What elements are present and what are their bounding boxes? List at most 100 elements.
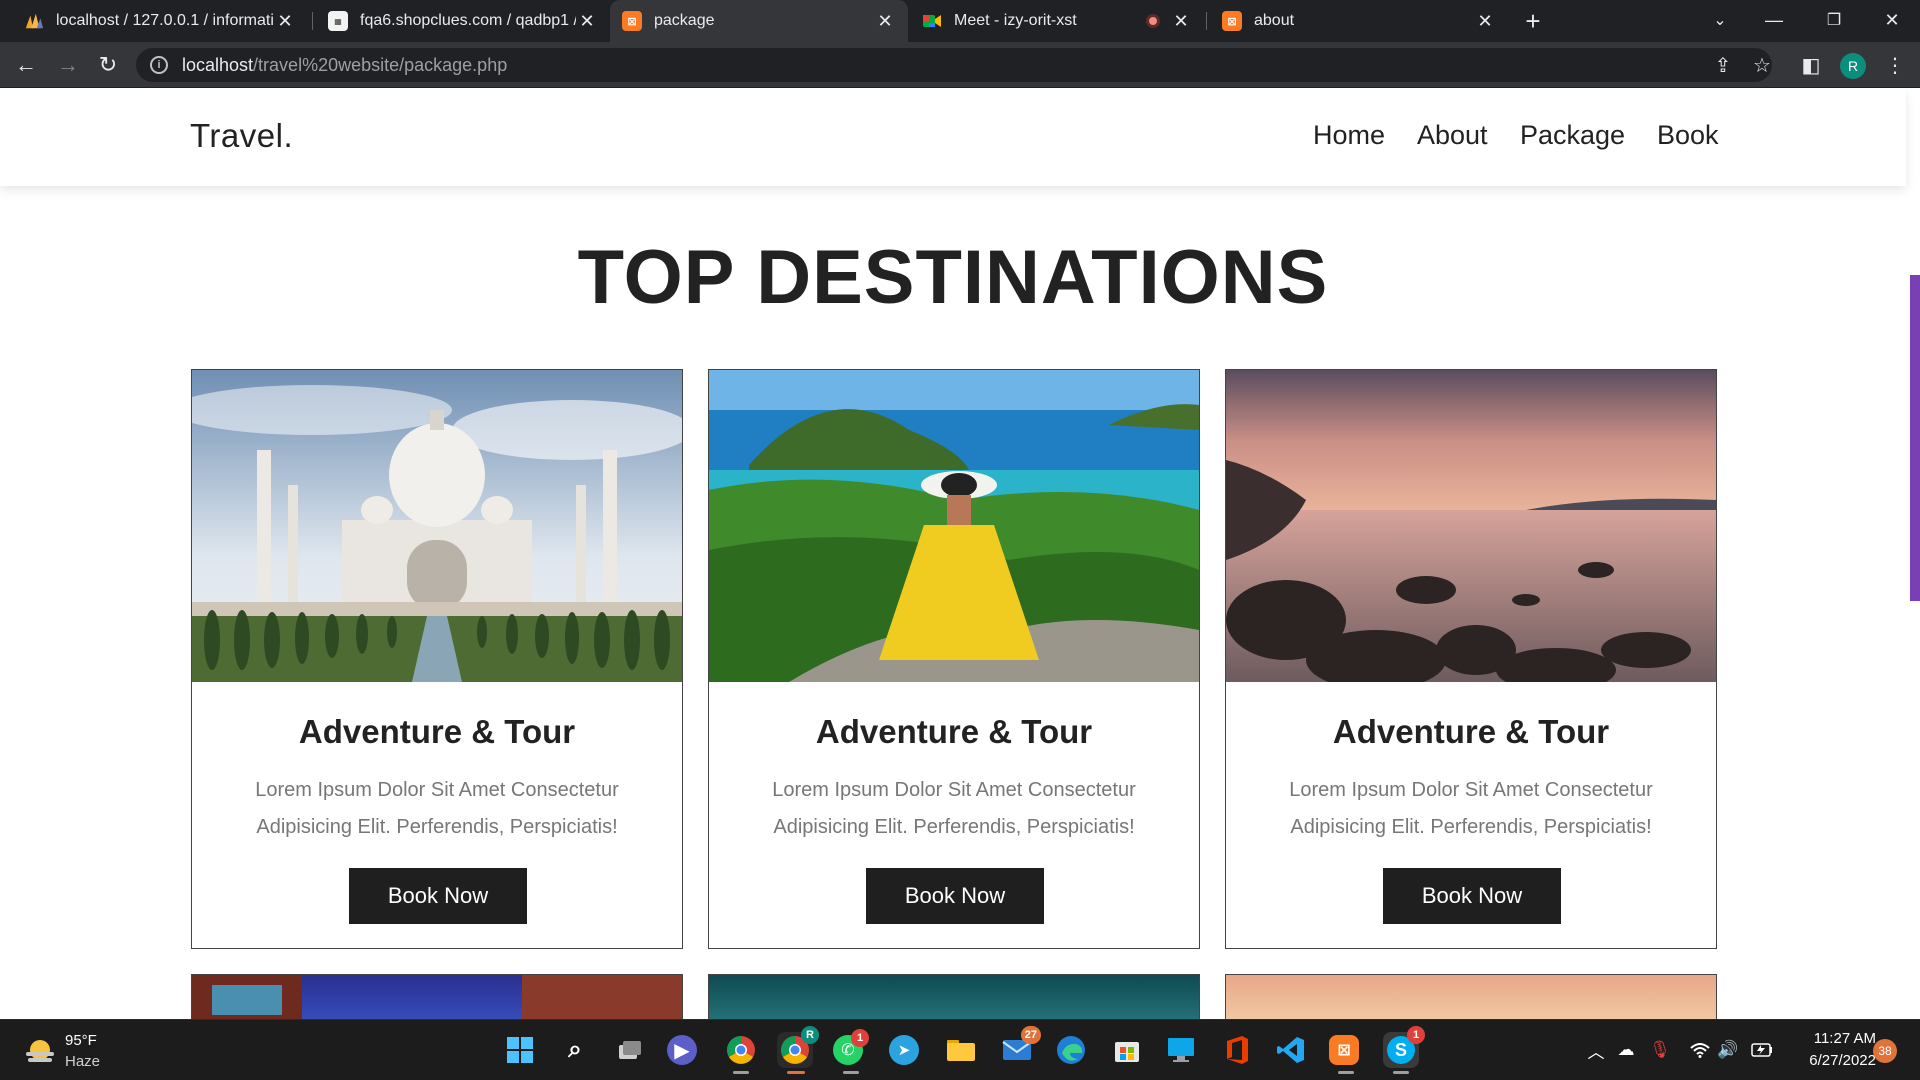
card-description: Lorem Ipsum Dolor Sit Amet Consectetur A… xyxy=(772,779,1136,838)
chrome-profile-icon[interactable]: R xyxy=(777,1026,819,1068)
url-path: /travel%20website/package.php xyxy=(253,54,508,75)
start-windows-icon[interactable] xyxy=(502,1032,538,1068)
skype-icon[interactable]: S 1 xyxy=(1383,1026,1425,1068)
tab-title: about xyxy=(1254,12,1295,29)
bookmark-star-icon[interactable]: ☆ xyxy=(1749,52,1775,78)
xampp-icon[interactable]: ⊠ xyxy=(1329,1035,1359,1065)
shopclues-favicon-icon: ▦ xyxy=(328,11,348,31)
forward-button[interactable]: → xyxy=(52,49,84,81)
card-description: Lorem Ipsum Dolor Sit Amet Consectetur A… xyxy=(255,779,619,838)
tab-package[interactable]: ⊠ package ✕ xyxy=(610,0,908,42)
destination-card: Adventure & Tour Lorem Ipsum Dolor Sit A… xyxy=(191,369,683,949)
microphone-icon[interactable]: 🎙 xyxy=(1648,1038,1672,1062)
tab-search-chevron-icon[interactable]: ⌄ xyxy=(1692,0,1748,40)
site-info-icon[interactable]: i xyxy=(150,56,168,74)
close-tab-icon[interactable]: ✕ xyxy=(1170,10,1192,32)
browser-toolbar: ← → ↻ i localhost/travel%20website/packa… xyxy=(0,42,1920,88)
url-text: localhost/travel%20website/package.php xyxy=(182,55,507,76)
weather-temperature[interactable]: 95°F xyxy=(65,1032,97,1049)
destination-card-partial xyxy=(708,974,1200,1019)
vscode-icon[interactable] xyxy=(1273,1032,1309,1068)
book-now-button[interactable]: Book Now xyxy=(1383,868,1561,924)
restore-button[interactable]: ❐ xyxy=(1806,0,1862,40)
search-icon[interactable]: ⌕ xyxy=(557,1032,593,1068)
nav-link-about[interactable]: About xyxy=(1417,120,1488,151)
tab-meet[interactable]: Meet - izy-orit-xst ✕ xyxy=(910,0,1204,42)
side-panel-icon[interactable]: ◧ xyxy=(1798,52,1824,78)
edge-icon[interactable] xyxy=(1053,1032,1089,1068)
site-header: Travel. Home About Package Book xyxy=(0,89,1906,186)
wifi-icon[interactable] xyxy=(1688,1038,1712,1062)
xampp-favicon-icon: ⊠ xyxy=(1222,11,1242,31)
running-indicator xyxy=(1393,1071,1409,1074)
book-now-button[interactable]: Book Now xyxy=(866,868,1044,924)
address-bar[interactable]: i localhost/travel%20website/package.php xyxy=(136,48,1772,82)
running-indicator xyxy=(1338,1071,1354,1074)
profile-avatar[interactable]: R xyxy=(1840,53,1866,79)
menu-kebab-icon[interactable]: ⋮ xyxy=(1882,52,1908,78)
clock-time[interactable]: 11:27 AM xyxy=(1780,1030,1876,1047)
nav-link-package[interactable]: Package xyxy=(1520,120,1625,151)
section-title: TOP DESTINATIONS xyxy=(577,235,1329,320)
onedrive-cloud-icon[interactable]: ☁ xyxy=(1614,1038,1638,1062)
new-tab-button[interactable]: + xyxy=(1518,6,1548,36)
store-icon[interactable] xyxy=(1109,1032,1145,1068)
card-title: Adventure & Tour xyxy=(815,713,1093,750)
close-tab-icon[interactable]: ✕ xyxy=(576,10,598,32)
minimize-button[interactable]: — xyxy=(1746,0,1802,40)
nav-link-book[interactable]: Book xyxy=(1657,120,1719,151)
reload-button[interactable]: ↻ xyxy=(92,49,124,81)
active-indicator xyxy=(787,1071,805,1074)
show-hidden-icons-chevron-icon[interactable]: ︿ xyxy=(1584,1038,1608,1062)
card-title: Adventure & Tour xyxy=(1332,713,1610,750)
office-icon[interactable] xyxy=(1219,1032,1255,1068)
tab-title: localhost / 127.0.0.1 / information xyxy=(56,12,274,29)
taj-mahal-image xyxy=(192,370,682,682)
task-view-icon[interactable] xyxy=(612,1032,648,1068)
remote-desktop-icon[interactable] xyxy=(1163,1032,1199,1068)
destination-card-partial xyxy=(1225,974,1717,1019)
book-now-button[interactable]: Book Now xyxy=(349,868,527,924)
chrome-profile-badge: R xyxy=(801,1026,819,1044)
destination-card-partial xyxy=(191,974,683,1019)
xampp-favicon-icon: ⊠ xyxy=(622,11,642,31)
share-icon[interactable]: ⇪ xyxy=(1710,52,1736,78)
close-tab-icon[interactable]: ✕ xyxy=(274,10,296,32)
tab-title: fqa6.shopclues.com / qadbp1 / st xyxy=(360,12,576,29)
windows-taskbar: 95°F Haze ⌕ ▶ R ✆ 1 ➤ 27 ⊠ S 1 ︿ ☁ 🎙 🔊 1… xyxy=(0,1019,1920,1080)
mail-icon[interactable]: 27 xyxy=(999,1026,1041,1068)
tab-phpmyadmin[interactable]: localhost / 127.0.0.1 / information ✕ xyxy=(12,0,308,42)
tab-about[interactable]: ⊠ about ✕ xyxy=(1210,0,1508,42)
telegram-icon[interactable]: ➤ xyxy=(889,1035,919,1065)
weather-haze-icon[interactable] xyxy=(24,1036,56,1064)
card-title: Adventure & Tour xyxy=(298,713,576,750)
running-indicator xyxy=(843,1071,859,1074)
tab-shopclues[interactable]: ▦ fqa6.shopclues.com / qadbp1 / st ✕ xyxy=(316,0,610,42)
close-tab-icon[interactable]: ✕ xyxy=(1474,10,1496,32)
file-explorer-icon[interactable] xyxy=(943,1032,979,1068)
clock-date[interactable]: 6/27/2022 xyxy=(1780,1052,1876,1069)
island-viewpoint-image xyxy=(709,370,1199,682)
close-tab-icon[interactable]: ✕ xyxy=(874,10,896,32)
teams-chat-icon[interactable]: ▶ xyxy=(667,1035,697,1065)
chrome-icon[interactable] xyxy=(723,1032,759,1068)
scroll-accent-bar xyxy=(1910,275,1920,601)
nav-link-home[interactable]: Home xyxy=(1313,120,1385,151)
weather-description[interactable]: Haze xyxy=(65,1053,100,1070)
whatsapp-icon[interactable]: ✆ 1 xyxy=(833,1029,869,1065)
url-host: localhost xyxy=(182,54,254,75)
running-indicator xyxy=(733,1071,749,1074)
tab-title: package xyxy=(654,12,715,29)
notification-count-badge[interactable]: 38 xyxy=(1873,1039,1897,1063)
tab-title: Meet - izy-orit-xst xyxy=(954,12,1077,29)
site-logo[interactable]: Travel. xyxy=(190,117,293,155)
volume-icon[interactable]: 🔊 xyxy=(1716,1038,1740,1062)
rocky-lake-sunset-image xyxy=(1226,370,1716,682)
whatsapp-badge: 1 xyxy=(851,1029,869,1047)
close-window-button[interactable]: ✕ xyxy=(1864,0,1920,40)
back-button[interactable]: ← xyxy=(10,49,42,81)
battery-charging-icon[interactable] xyxy=(1750,1038,1774,1062)
destination-card: Adventure & Tour Lorem Ipsum Dolor Sit A… xyxy=(1225,369,1717,949)
card-description: Lorem Ipsum Dolor Sit Amet Consectetur A… xyxy=(1289,779,1653,838)
page-viewport: Travel. Home About Package Book TOP DEST… xyxy=(0,89,1920,1019)
